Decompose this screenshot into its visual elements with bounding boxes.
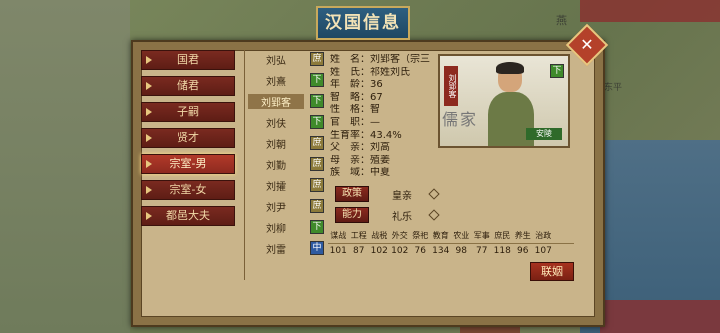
stat-value: 101 [329,246,347,256]
member-row[interactable]: 刘尹 庶 [248,197,324,215]
policy-value: 皇亲 [392,191,412,202]
stat-value: 77 [476,246,488,256]
rank-tag: 庶 [310,199,324,213]
info-line: 族 域：中夏 [330,167,390,179]
portrait: 儒家 刘郢客 下 安陵 [438,54,570,148]
map-label: 燕 [556,14,567,27]
stat-value: 76 [414,246,426,256]
map-region-red [580,0,720,22]
stat-header: 教育 [432,231,449,240]
map-region-red [600,300,720,333]
member-row[interactable]: 刘勤 庶 [248,155,324,173]
stat-header: 工程 [350,231,367,240]
info-line: 姓 氏：祁姓刘氏 [330,66,410,78]
category-tab[interactable]: 储君 [141,76,235,96]
info-line: 父 亲：刘高 [330,142,390,154]
stat-header: 外交 [391,231,408,240]
ability-button[interactable]: 能力 [335,207,369,223]
member-row[interactable]: 刘弘 庶 [248,50,324,68]
divider [244,50,245,280]
member-name: 刘柳 [266,223,286,235]
portrait-seal: 安陵 [526,128,562,140]
stat-header: 战税 [371,231,388,240]
window-title: 汉国信息 [316,6,410,40]
stat-value: 107 [534,246,552,256]
category-tab[interactable]: 子嗣 [141,102,235,122]
member-row[interactable]: 刘朝 庶 [248,134,324,152]
info-line: 生育率：43.4% [330,129,402,141]
rank-tag: 庶 [310,136,324,150]
stats-table: 谋战 工程 战税 外交 祭祀 教育 农业 军事 庶民 养生 治政 101 87 102 102 76 134 9… [328,229,574,259]
stat-value: 118 [493,246,511,256]
policy-button[interactable]: 政策 [335,186,369,202]
member-name: 刘郢客 [248,93,304,109]
info-line: 母 亲：殖姜 [330,154,390,166]
member-name: 刘弘 [266,55,286,67]
stat-header: 军事 [473,231,490,240]
marry-button[interactable]: 联姻 [530,262,574,281]
member-name: 刘雷 [266,244,286,256]
map-land [0,0,130,333]
stat-value: 102 [391,246,409,256]
member-row[interactable]: 刘雷 中 [248,239,324,257]
member-row[interactable]: 刘熹 下 [248,71,324,89]
stat-header: 农业 [453,231,470,240]
stat-value: 87 [353,246,365,256]
rank-tag: 下 [310,94,324,108]
category-tab[interactable]: 宗室-女 [141,180,235,200]
category-list: 国君储君子嗣贤才宗室-男宗室-女都邑大夫 [141,50,237,232]
member-name: 刘熹 [266,76,286,88]
stat-value: 134 [432,246,450,256]
category-tab[interactable]: 宗室-男 [141,154,235,174]
member-list: 刘弘庶刘熹下刘郢客下刘伕下刘朝庶刘勤庶刘攉庶刘尹庶刘柳下刘雷中 [248,50,324,260]
member-row[interactable]: 刘郢客下 [248,92,324,110]
map-label: 东平 [604,83,623,93]
stat-header: 祭祀 [412,231,429,240]
category-tab[interactable]: 国君 [141,50,235,70]
stat-header: 治政 [535,231,552,240]
stats-value-row: 101 87 102 102 76 134 98 77 118 96 107 [328,244,574,258]
member-name: 刘攉 [266,181,286,193]
member-name: 刘勤 [266,160,286,172]
close-x-icon: ✕ [580,35,594,54]
stat-value: 102 [370,246,388,256]
member-row[interactable]: 刘攉 庶 [248,176,324,194]
stat-header: 庶民 [494,231,511,240]
rank-tag: 下 [310,220,324,234]
info-line: 姓 名：刘郢客（宗三 [330,54,430,65]
rank-tag: 下 [310,115,324,129]
rank-tag: 中 [310,241,324,255]
category-tab[interactable]: 都邑大夫 [141,206,235,226]
info-line: 年 龄：36 [330,79,383,91]
info-line: 官 职：— [330,116,380,128]
member-info: 姓 名：刘郢客（宗三姓 氏：祁姓刘氏年 龄：36 智 略：67 性 格：智官 职：—… [330,54,440,180]
info-line: 性 格：智 [330,104,380,116]
rank-tag: 庶 [310,157,324,171]
member-name: 刘朝 [266,139,286,151]
info-line: 智 略：67 [330,91,383,103]
stats-header-row: 谋战 工程 战税 外交 祭祀 教育 农业 军事 庶民 养生 治政 [328,229,574,244]
portrait-name-label: 刘郢客 [444,66,458,106]
stat-value: 98 [455,246,467,256]
member-row[interactable]: 刘柳 下 [248,218,324,236]
rank-tag: 庶 [310,178,324,192]
rank-badge: 下 [550,64,564,78]
category-tab[interactable]: 贤才 [141,128,235,148]
ability-value: 礼乐 [392,212,412,223]
rank-tag: 下 [310,73,324,87]
member-row[interactable]: 刘伕 下 [248,113,324,131]
portrait-bg-text: 儒家 [442,110,479,129]
member-name: 刘尹 [266,202,286,214]
rank-tag: 庶 [310,52,324,66]
stat-value: 96 [517,246,529,256]
member-name: 刘伕 [266,118,286,130]
stat-header: 养生 [514,231,531,240]
stat-header: 谋战 [330,231,347,240]
